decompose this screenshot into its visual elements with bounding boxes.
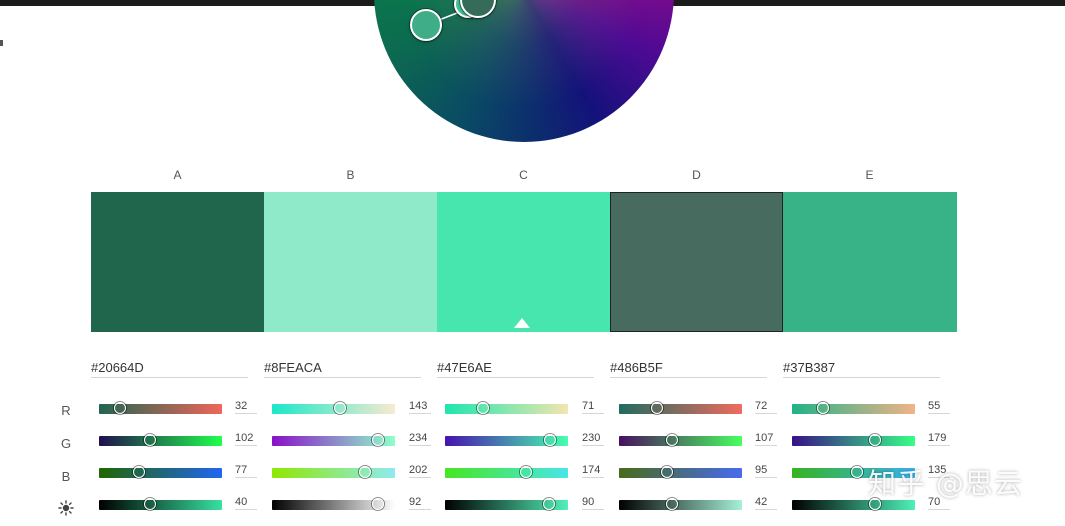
slider-brightness-a[interactable] (99, 498, 222, 510)
value-b-b[interactable]: 202 (409, 464, 431, 478)
slider-knob[interactable] (543, 434, 556, 446)
value-b-a[interactable]: 77 (235, 464, 257, 478)
slider-knob[interactable] (476, 402, 489, 414)
slider-r-c[interactable] (445, 402, 568, 414)
value-brightness-a[interactable]: 40 (235, 496, 257, 510)
slider-knob[interactable] (372, 498, 385, 510)
column-label-c: C (519, 168, 528, 182)
value-brightness-b[interactable]: 92 (409, 496, 431, 510)
slider-knob[interactable] (665, 434, 678, 446)
hex-input-b[interactable]: #8FEACA (264, 356, 421, 378)
slider-b-b[interactable] (272, 466, 395, 478)
row-label-b: B (61, 469, 71, 484)
value-b-c[interactable]: 174 (582, 464, 604, 478)
swatch-c[interactable] (437, 192, 610, 332)
slider-brightness-d[interactable] (619, 498, 742, 510)
slider-knob[interactable] (660, 466, 673, 478)
color-wheel[interactable] (374, 0, 674, 142)
slider-b-d[interactable] (619, 466, 742, 478)
hex-input-d[interactable]: #486B5F (610, 356, 767, 378)
swatch-d[interactable] (610, 192, 783, 332)
value-r-d[interactable]: 72 (755, 400, 777, 414)
slider-g-c[interactable] (445, 434, 568, 446)
slider-brightness-c[interactable] (445, 498, 568, 510)
column-label-d: D (692, 168, 701, 182)
row-label-g: G (60, 436, 72, 451)
slider-brightness-b[interactable] (272, 498, 395, 510)
row-label-r: R (61, 403, 71, 418)
watermark: 知乎 @思云 (868, 467, 1023, 500)
slider-g-e[interactable] (792, 434, 915, 446)
slider-knob[interactable] (817, 402, 830, 414)
slider-r-d[interactable] (619, 402, 742, 414)
left-edge-mark (0, 40, 3, 46)
slider-r-e[interactable] (792, 402, 915, 414)
swatch-a[interactable] (91, 192, 264, 332)
slider-knob[interactable] (651, 402, 664, 414)
value-g-b[interactable]: 234 (409, 432, 431, 446)
slider-g-d[interactable] (619, 434, 742, 446)
swatch-e[interactable] (783, 192, 957, 332)
slider-g-b[interactable] (272, 434, 395, 446)
value-r-b[interactable]: 143 (409, 400, 431, 414)
slider-knob[interactable] (358, 466, 371, 478)
slider-knob[interactable] (372, 434, 385, 446)
slider-knob[interactable] (869, 434, 882, 446)
value-brightness-d[interactable]: 42 (755, 496, 777, 510)
slider-b-a[interactable] (99, 466, 222, 478)
slider-knob[interactable] (850, 466, 863, 478)
column-label-e: E (865, 168, 874, 182)
value-r-c[interactable]: 71 (582, 400, 604, 414)
column-label-b: B (346, 168, 355, 182)
value-r-e[interactable]: 55 (928, 400, 950, 414)
value-g-e[interactable]: 179 (928, 432, 950, 446)
slider-knob[interactable] (543, 498, 556, 510)
base-color-marker (514, 318, 530, 328)
value-brightness-c[interactable]: 90 (582, 496, 604, 510)
value-g-d[interactable]: 107 (755, 432, 777, 446)
value-b-d[interactable]: 95 (755, 464, 777, 478)
wheel-handle-a[interactable] (410, 9, 442, 41)
slider-knob[interactable] (334, 402, 346, 414)
slider-b-c[interactable] (445, 466, 568, 478)
swatch-b[interactable] (264, 192, 437, 332)
value-g-c[interactable]: 230 (582, 432, 604, 446)
hex-input-a[interactable]: #20664D (91, 356, 248, 378)
column-label-a: A (173, 168, 182, 182)
slider-r-b[interactable] (272, 402, 395, 414)
value-r-a[interactable]: 32 (235, 400, 257, 414)
slider-knob[interactable] (114, 402, 127, 414)
hex-input-e[interactable]: #37B387 (783, 356, 940, 378)
slider-knob[interactable] (520, 466, 532, 478)
slider-knob[interactable] (143, 498, 156, 510)
slider-knob[interactable] (665, 498, 678, 510)
hex-input-c[interactable]: #47E6AE (437, 356, 594, 378)
slider-knob[interactable] (133, 466, 146, 478)
slider-g-a[interactable] (99, 434, 222, 446)
slider-knob[interactable] (143, 434, 156, 446)
value-g-a[interactable]: 102 (235, 432, 257, 446)
sun-icon (58, 500, 74, 516)
slider-r-a[interactable] (99, 402, 222, 414)
